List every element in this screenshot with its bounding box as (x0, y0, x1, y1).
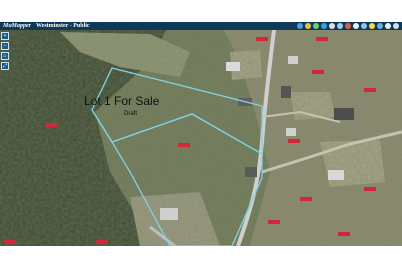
brand-logo[interactable]: MuMapper (3, 23, 31, 29)
home-icon[interactable] (377, 23, 383, 29)
fullscreen-button[interactable]: ⤢ (1, 62, 9, 70)
parcel-tag[interactable] (268, 220, 280, 224)
toolbar (297, 23, 399, 29)
house (286, 128, 296, 136)
parcel-tag[interactable] (178, 143, 190, 147)
parcel-tag[interactable] (288, 139, 300, 143)
lot-annotation-title: Lot 1 For Sale (84, 94, 160, 108)
zoom-icon[interactable] (369, 23, 375, 29)
menu-icon[interactable] (385, 23, 391, 29)
app-header: MuMapper Westminster - Public (0, 22, 402, 30)
help-icon[interactable] (353, 23, 359, 29)
house (288, 56, 298, 64)
parcel-tag[interactable] (312, 70, 324, 74)
noise-overlay (0, 22, 402, 246)
parcel-tag[interactable] (316, 37, 328, 41)
parcel-tag[interactable] (46, 123, 58, 127)
house (334, 108, 354, 120)
house (160, 208, 178, 220)
zoom-in-button[interactable]: + (1, 32, 9, 40)
zoom-out-button[interactable]: − (1, 42, 9, 50)
map-controls: + − ⌂ ⤢ (1, 32, 9, 70)
house (245, 167, 257, 177)
parcel-tag[interactable] (338, 232, 350, 236)
globe-icon[interactable] (321, 23, 327, 29)
info-icon[interactable] (329, 23, 335, 29)
search-icon[interactable] (305, 23, 311, 29)
parcel-tag[interactable] (4, 240, 16, 244)
house (226, 62, 240, 71)
house (328, 170, 344, 180)
layers-icon[interactable] (297, 23, 303, 29)
home-button[interactable]: ⌂ (1, 52, 9, 60)
house (281, 86, 291, 98)
parcel-tag[interactable] (364, 88, 376, 92)
measure-icon[interactable] (313, 23, 319, 29)
lot-annotation-subtitle: Draft (124, 111, 138, 117)
close-icon[interactable] (393, 23, 399, 29)
print-icon[interactable] (337, 23, 343, 29)
settings-icon[interactable] (361, 23, 367, 29)
parcel-tag[interactable] (300, 197, 312, 201)
aerial-map[interactable] (0, 22, 402, 246)
parcel-tag[interactable] (256, 37, 268, 41)
parcel-tag[interactable] (364, 187, 376, 191)
page-title: Westminster - Public (36, 23, 90, 29)
parcel-tag[interactable] (96, 240, 108, 244)
share-icon[interactable] (345, 23, 351, 29)
